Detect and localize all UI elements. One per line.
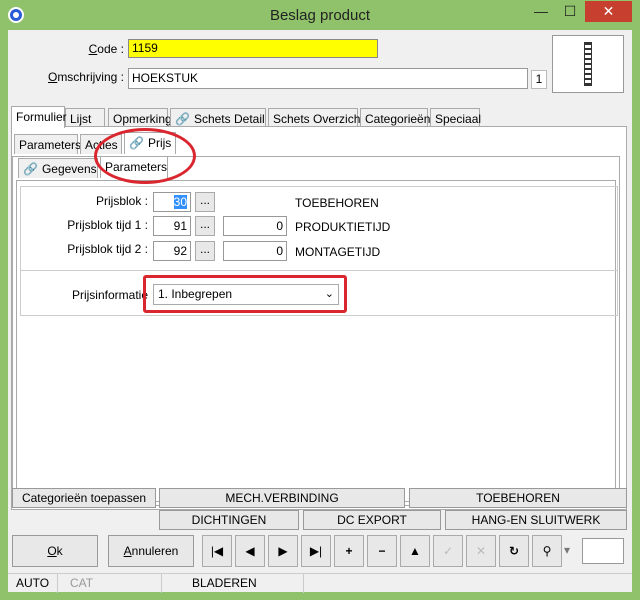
categories-apply-button[interactable]: Categorieën toepassen bbox=[12, 488, 156, 508]
edit-record-button[interactable]: ▲ bbox=[400, 535, 430, 567]
tab-gegevens-label: Gegevens bbox=[41, 162, 97, 176]
count-badge: 1 bbox=[531, 70, 547, 89]
search-input[interactable] bbox=[582, 538, 624, 564]
tab-opmerking[interactable]: Opmerking bbox=[108, 108, 172, 128]
group-divider bbox=[20, 270, 618, 271]
status-bar: AUTO CAT BLADEREN bbox=[8, 573, 632, 593]
last-record-button[interactable]: ▶| bbox=[301, 535, 331, 567]
prijsblok-tijd1-browse-button[interactable]: ... bbox=[195, 216, 215, 236]
tab-schets-detail-label: Schets Detail bbox=[193, 112, 265, 126]
prijsblok-tijd1-label: Prijsblok tijd 1 : bbox=[67, 218, 148, 232]
cancel-button[interactable]: Annuleren bbox=[108, 535, 194, 567]
tab-speciaal[interactable]: Speciaal bbox=[430, 108, 481, 128]
tab-lijst[interactable]: Lijst bbox=[65, 108, 105, 128]
prijsblok-tijd2-caption: MONTAGETIJD bbox=[295, 245, 381, 259]
tab-parameters[interactable]: Parameters bbox=[14, 134, 81, 154]
description-input[interactable]: HOEKSTUK bbox=[128, 68, 528, 89]
ok-button[interactable]: Ok bbox=[12, 535, 98, 567]
dichtingen-button[interactable]: DICHTINGEN bbox=[159, 510, 299, 530]
status-mode: AUTO bbox=[8, 574, 58, 593]
refresh-button[interactable]: ↻ bbox=[499, 535, 529, 567]
post-record-button[interactable]: ✓ bbox=[433, 535, 463, 567]
paperclip-icon: 🔗 bbox=[175, 112, 190, 126]
prijsblok-tijd2-value[interactable]: 0 bbox=[223, 241, 287, 261]
paperclip-icon: 🔗 bbox=[23, 162, 38, 176]
tab-schets-overzicht[interactable]: Schets Overzicht bbox=[268, 108, 364, 128]
status-cat: CAT bbox=[62, 574, 162, 593]
tab-formulier[interactable]: Formulier bbox=[11, 106, 67, 128]
prijsblok-label: Prijsblok : bbox=[95, 194, 148, 208]
highlight-rectangle bbox=[143, 275, 347, 313]
dialog-client: Code : 1159 Omschrijving : HOEKSTUK 1 Fo… bbox=[8, 30, 632, 593]
product-preview bbox=[552, 35, 624, 93]
toebehoren-button[interactable]: TOEBEHOREN bbox=[409, 488, 627, 508]
fitting-preview-icon bbox=[584, 42, 592, 86]
prijsblok-tijd2-label: Prijsblok tijd 2 : bbox=[67, 242, 148, 256]
prijsblok-tijd1-value[interactable]: 0 bbox=[223, 216, 287, 236]
tab-gegevens[interactable]: 🔗 Gegevens bbox=[18, 158, 98, 178]
tab-categorieen[interactable]: Categorieën bbox=[360, 108, 430, 128]
search-dropdown-icon[interactable]: ▾ bbox=[564, 543, 570, 557]
status-state: BLADEREN bbox=[184, 574, 304, 593]
add-record-button[interactable]: + bbox=[334, 535, 364, 567]
delete-record-button[interactable]: − bbox=[367, 535, 397, 567]
description-label: Omschrijving : bbox=[47, 70, 124, 84]
prijsblok-value: 30 bbox=[173, 195, 187, 209]
window: Beslag product — ☐ ✕ Code : 1159 Omschri… bbox=[0, 0, 640, 600]
prijsblok-tijd1-caption: PRODUKTIETIJD bbox=[295, 220, 391, 234]
code-input[interactable]: 1159 bbox=[128, 39, 378, 58]
minimize-button[interactable]: — bbox=[527, 1, 555, 22]
prijsblok-tijd1-input[interactable]: 91 bbox=[153, 216, 191, 236]
next-record-button[interactable]: ▶ bbox=[268, 535, 298, 567]
previous-record-button[interactable]: ◀ bbox=[235, 535, 265, 567]
mech-verbinding-button[interactable]: MECH.VERBINDING bbox=[159, 488, 405, 508]
maximize-button[interactable]: ☐ bbox=[556, 1, 584, 22]
prijsblok-caption: TOEBEHOREN bbox=[295, 196, 379, 210]
prijsblok-browse-button[interactable]: ... bbox=[195, 192, 215, 212]
prijsblok-input[interactable]: 30 bbox=[153, 192, 191, 212]
prijsinformatie-label: Prijsinformatie bbox=[71, 288, 148, 302]
prijsblok-tijd2-browse-button[interactable]: ... bbox=[195, 241, 215, 261]
first-record-button[interactable]: |◀ bbox=[202, 535, 232, 567]
code-label: Code : bbox=[88, 42, 124, 56]
hang-en-sluitwerk-button[interactable]: HANG-EN SLUITWERK bbox=[445, 510, 627, 530]
tab-schets-detail[interactable]: 🔗 Schets Detail bbox=[170, 108, 266, 128]
prijsblok-tijd2-input[interactable]: 92 bbox=[153, 241, 191, 261]
dc-export-button[interactable]: DC EXPORT bbox=[303, 510, 441, 530]
close-button[interactable]: ✕ bbox=[585, 1, 632, 22]
binoculars-icon[interactable]: ⚲ bbox=[532, 535, 562, 567]
highlight-ellipse bbox=[94, 128, 196, 184]
title-bar: Beslag product — ☐ ✕ bbox=[0, 0, 640, 30]
cancel-edit-button[interactable]: ✕ bbox=[466, 535, 496, 567]
